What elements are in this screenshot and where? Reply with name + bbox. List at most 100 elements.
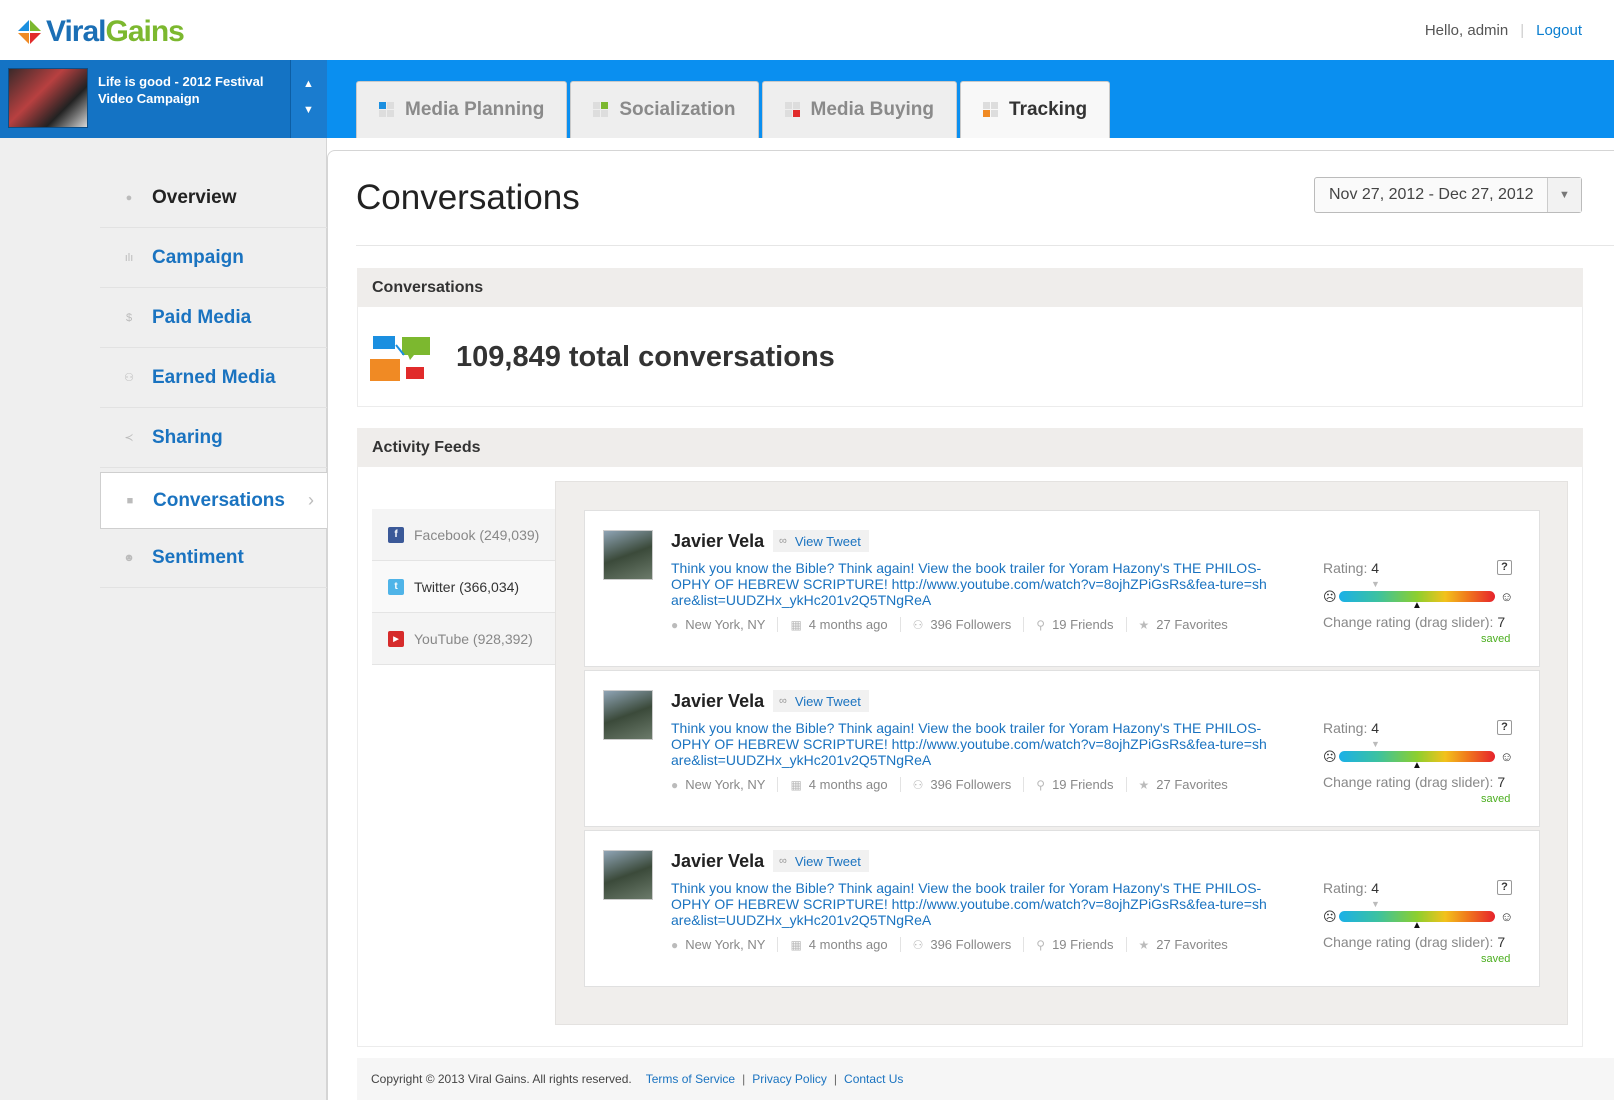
arrow-down-icon[interactable]: ▼ (303, 104, 314, 116)
happy-face-icon: ☺ (1500, 909, 1514, 924)
globe-icon: ● (671, 777, 679, 792)
user-name[interactable]: Javier Vela (671, 691, 764, 712)
feed-card: Javier Vela ∞ View Tweet Think you know t… (584, 510, 1540, 667)
followers-icon: ⚇ (912, 777, 924, 792)
people-icon: ⚇ (124, 372, 134, 384)
current-rating-marker: ▼ (1371, 739, 1380, 749)
dollar-icon: $ (125, 311, 133, 324)
view-tweet-button[interactable]: ∞ View Tweet (773, 690, 869, 712)
terms-of-service-link[interactable]: Terms of Service (646, 1072, 735, 1086)
pinwheel-icon (784, 102, 801, 118)
followers-count: 396 Followers (930, 617, 1012, 632)
divider: | (1520, 22, 1525, 39)
timestamp: 4 months ago (808, 777, 888, 792)
tab-socialization[interactable]: Socialization (570, 81, 759, 138)
star-icon: ★ (1138, 617, 1150, 632)
sidebar-item-sentiment[interactable]: ☻ Sentiment (100, 528, 327, 588)
sidebar-item-paid-media[interactable]: $ Paid Media (100, 288, 327, 348)
feed-list: Javier Vela ∞ View Tweet Think you know t… (555, 481, 1568, 1025)
current-rating-marker: ▼ (1371, 579, 1380, 589)
main-tabs: Media Planning Socialization Media Buyin… (356, 81, 1113, 138)
sidebar-item-sharing[interactable]: ≺ Sharing (100, 408, 327, 468)
sidebar-item-conversations[interactable]: ■ Conversations › (100, 472, 328, 529)
avatar[interactable] (603, 530, 653, 580)
tab-media-buying[interactable]: Media Buying (761, 81, 958, 138)
activity-feeds-heading: Activity Feeds (357, 428, 1583, 467)
happy-face-icon: ☺ (1500, 749, 1514, 764)
privacy-policy-link[interactable]: Privacy Policy (752, 1072, 827, 1086)
smiley-icon: ☻ (123, 551, 135, 564)
rating-display: Rating: 4 (1323, 720, 1380, 736)
sidebar-item-campaign[interactable]: ılı Campaign (100, 228, 327, 288)
location: New York, NY (685, 617, 766, 632)
saved-status: saved (1481, 793, 1511, 805)
campaign-selector[interactable]: Life is good - 2012 Festival Video Campa… (0, 60, 327, 138)
slider-handle[interactable]: ▲ (1412, 920, 1422, 931)
footer: Copyright © 2013 Viral Gains. All rights… (357, 1058, 1614, 1100)
help-button[interactable]: ? (1497, 560, 1512, 575)
source-facebook[interactable]: f Facebook (249,039) (372, 509, 555, 561)
arrow-up-icon[interactable]: ▲ (303, 78, 314, 90)
followers-icon: ⚇ (912, 617, 924, 632)
contact-us-link[interactable]: Contact Us (844, 1072, 903, 1086)
source-youtube[interactable]: ▶ YouTube (928,392) (372, 613, 555, 665)
brand-name: ViralGains (46, 15, 185, 48)
slider-handle[interactable]: ▲ (1412, 760, 1422, 771)
campaign-title: Life is good - 2012 Festival Video Campa… (98, 74, 264, 106)
tweet-meta: ● New York, NY ▦ 4 months ago ⚇ 396 Followe… (671, 937, 1252, 952)
logout-link[interactable]: Logout (1536, 22, 1582, 39)
calendar-icon: ▦ (790, 937, 802, 952)
greeting: Hello, admin (1424, 22, 1509, 39)
top-bar: ViralGains Hello, admin | Logout (0, 0, 1614, 60)
avatar[interactable] (603, 690, 653, 740)
help-button[interactable]: ? (1497, 720, 1512, 735)
view-tweet-button[interactable]: ∞ View Tweet (773, 530, 869, 552)
link-icon: ∞ (779, 855, 787, 867)
followers-count: 396 Followers (930, 937, 1012, 952)
tweet-text[interactable]: Think you know the Bible? Think again! V… (671, 720, 1271, 768)
calendar-icon: ▦ (790, 617, 802, 632)
friends-count: 19 Friends (1052, 937, 1114, 952)
user-name[interactable]: Javier Vela (671, 851, 764, 872)
youtube-icon: ▶ (388, 630, 404, 647)
date-range-picker[interactable]: Nov 27, 2012 - Dec 27, 2012 ▼ (1314, 177, 1582, 213)
change-rating-label: Change rating (drag slider): 7 (1323, 614, 1506, 630)
change-rating-label: Change rating (drag slider): 7 (1323, 774, 1506, 790)
saved-status: saved (1481, 633, 1511, 645)
tab-media-planning[interactable]: Media Planning (356, 81, 568, 138)
campaign-switcher[interactable]: ▲ ▼ (290, 60, 327, 138)
source-twitter[interactable]: t Twitter (366,034) (372, 561, 555, 613)
sad-face-icon: ☹ (1323, 909, 1337, 924)
share-icon: ≺ (124, 432, 134, 444)
view-tweet-button[interactable]: ∞ View Tweet (773, 850, 869, 872)
friends-count: 19 Friends (1052, 777, 1114, 792)
tweet-meta: ● New York, NY ▦ 4 months ago ⚇ 396 Followe… (671, 617, 1252, 632)
feed-source-list: f Facebook (249,039) t Twitter (366,034)… (372, 509, 555, 665)
rating-value: 4 (1371, 720, 1380, 736)
tweet-text[interactable]: Think you know the Bible? Think again! V… (671, 880, 1271, 928)
chevron-down-icon[interactable]: ▼ (1547, 178, 1581, 212)
followers-icon: ⚇ (912, 937, 924, 952)
divider: | (833, 1072, 838, 1086)
rating-value: 4 (1371, 880, 1380, 896)
sidebar-item-overview[interactable]: ● Overview (100, 168, 327, 228)
sad-face-icon: ☹ (1323, 749, 1337, 764)
tab-tracking[interactable]: Tracking (960, 81, 1111, 138)
globe-icon: ● (671, 617, 679, 632)
slider-handle[interactable]: ▲ (1412, 600, 1422, 611)
user-name[interactable]: Javier Vela (671, 531, 764, 552)
campaign-thumbnail (8, 68, 88, 128)
feed-card: Javier Vela ∞ View Tweet Think you know t… (584, 670, 1540, 827)
sad-face-icon: ☹ (1323, 589, 1337, 604)
conversation-bubbles-icon (370, 336, 430, 381)
brand-logo[interactable]: ViralGains (16, 15, 185, 49)
timestamp: 4 months ago (808, 617, 888, 632)
facebook-icon: f (388, 526, 404, 543)
pinwheel-icon (593, 102, 609, 118)
globe-icon: ● (125, 191, 133, 204)
sidebar-item-earned-media[interactable]: ⚇ Earned Media (100, 348, 327, 408)
favorites-count: 27 Favorites (1156, 937, 1228, 952)
tweet-text[interactable]: Think you know the Bible? Think again! V… (671, 560, 1271, 608)
avatar[interactable] (603, 850, 653, 900)
help-button[interactable]: ? (1497, 880, 1512, 895)
